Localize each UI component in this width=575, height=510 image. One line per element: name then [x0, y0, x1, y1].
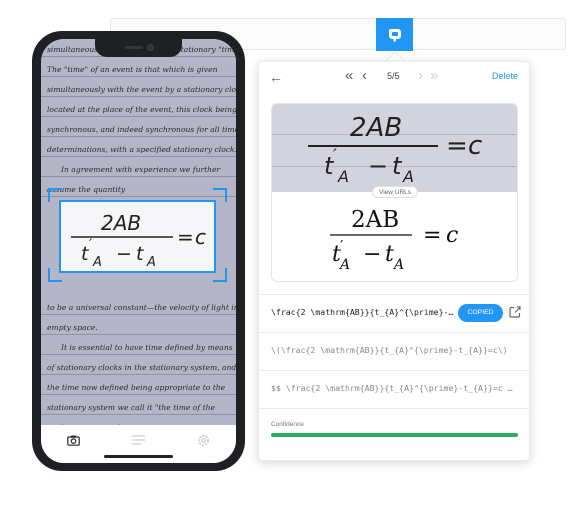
document-line: synchronous, and indeed synchronous for … [41, 117, 236, 137]
phone-mockup: simultaneous with the event by a station… [32, 31, 245, 471]
confidence-label: Confidence [271, 421, 304, 428]
document-line: simultaneously with the event by a stati… [41, 77, 236, 97]
equation-equals: = [177, 225, 194, 249]
render-minus: − [363, 242, 381, 267]
document-line-text: of stationary clocks in the stationary s… [47, 363, 236, 372]
document-line: determinations, with a specified station… [41, 137, 236, 157]
delete-button[interactable]: Delete [492, 71, 518, 81]
settings-tab[interactable] [194, 430, 214, 450]
crop-rhs: c [468, 131, 482, 161]
next-page-button[interactable]: › [418, 67, 423, 84]
document-line: It is essential to have time defined by … [41, 335, 236, 355]
crop-minus: − [368, 152, 388, 180]
document-line-text: In agreement with experience we further [61, 165, 221, 174]
render-equals: = [423, 223, 441, 248]
first-page-button[interactable]: « [345, 67, 353, 84]
camera-icon [67, 435, 80, 446]
render-den-sub2: A [392, 257, 404, 273]
equation-den-sub1: A [92, 255, 102, 270]
crop-numerator: 2AB [350, 113, 402, 143]
document-line-text: simultaneously with the event by a stati… [47, 85, 236, 94]
document-line: assume the quantity [41, 177, 236, 197]
list-tab[interactable] [129, 430, 149, 450]
result-row-inline[interactable]: \(\frac{2 \mathrm{AB}}{t_{A}^{\prime}-t_… [259, 332, 529, 370]
render-den-t2: t [385, 242, 394, 267]
scan-selection[interactable]: 2AB t ′ A − t A = c [59, 200, 216, 273]
crop-den-prime: ′ [333, 146, 337, 166]
document-line: empty space. [41, 315, 236, 335]
crop-den-sub1: A [337, 167, 349, 186]
rendered-equation: 2AB t ′ A − t A = c [330, 207, 458, 273]
document-line: located at the place of the event, this … [41, 97, 236, 117]
divider [259, 408, 529, 409]
render-den-sub1: A [338, 257, 350, 273]
last-page-button[interactable]: » [430, 67, 438, 84]
cropped-handwriting: 2AB t ′ A − t A = c [308, 113, 482, 186]
document-line-text: to be a universal constant—the velocity … [47, 303, 236, 312]
result-text: \(\frac{2 \mathrm{AB}}{t_{A}^{\prime}-t_… [271, 345, 508, 355]
gear-icon [198, 434, 209, 446]
render-den-prime: ′ [340, 237, 344, 255]
prev-page-button[interactable]: ‹ [362, 67, 367, 84]
camera-tab[interactable] [64, 430, 84, 450]
list-icon [132, 435, 145, 445]
document-line: to be a universal constant—the velocity … [41, 295, 236, 315]
document-line: The "time" of an event is that which is … [41, 57, 236, 77]
result-text: $$ \frac{2 \mathrm{AB}}{t_{A}^{\prime}-t… [271, 383, 517, 393]
copy-button[interactable]: COPIED [458, 304, 503, 322]
document-line-text: stationary system we call it "the time o… [47, 403, 216, 412]
equation-den-t2: t [136, 243, 145, 265]
phone-screen: simultaneous with the event by a station… [41, 39, 236, 463]
document-line: of stationary clocks in the stationary s… [41, 355, 236, 375]
confidence-bar [271, 433, 518, 437]
document-line-text: located at the place of the event, this … [47, 105, 236, 114]
app-extension-button[interactable] [376, 18, 413, 51]
cropped-image: 2AB t ′ A − t A = c [272, 104, 517, 192]
panel-header: ← « ‹ 5/5 › » Delete [259, 62, 529, 90]
result-row-latex[interactable]: \frac{2 \mathrm{AB}}{t_{A}^{\prime}-t_{A… [259, 294, 529, 332]
mathpix-logo-icon [388, 28, 401, 41]
crop-den-sub2: A [402, 167, 414, 186]
render-numerator: 2AB [351, 207, 399, 233]
preview-card: 2AB t ′ A − t A = c View URLs 2AB t ′ A … [271, 103, 518, 282]
equation-rhs: c [195, 225, 206, 249]
document-line-text: synchronous, and indeed synchronous for … [47, 125, 236, 134]
page-indicator: 5/5 [387, 71, 400, 81]
external-edit-icon[interactable] [509, 306, 521, 318]
document-line-text: determinations, with a specified station… [47, 145, 236, 154]
document-line-text: It is essential to have time defined by … [61, 343, 233, 352]
back-button[interactable]: ← [269, 69, 283, 85]
document-line: In agreement with experience we further [41, 157, 236, 177]
result-row-display[interactable]: $$ \frac{2 \mathrm{AB}}{t_{A}^{\prime}-t… [259, 370, 529, 408]
handwritten-equation: 2AB t ′ A − t A = c [71, 211, 206, 270]
render-rhs: c [446, 223, 458, 248]
document-line-text: the time now defined being appropriate t… [47, 383, 226, 392]
document-line-text: empty space. [47, 323, 98, 332]
document-line: stationary system we call it "the time o… [41, 395, 236, 415]
crop-equals: = [446, 131, 468, 161]
result-text: \frac{2 \mathrm{AB}}{t_{A}^{\prime}-t_{A… [271, 307, 457, 317]
equation-numerator: 2AB [101, 211, 141, 235]
result-panel: ← « ‹ 5/5 › » Delete 2AB t ′ A − t A = c… [258, 61, 530, 461]
home-indicator [104, 455, 173, 458]
equation-den-sub2: A [146, 255, 156, 270]
crop-den-t2: t [392, 152, 403, 180]
confidence-bar-fill [271, 433, 518, 437]
equation-minus: − [116, 243, 132, 265]
document-line: the time now defined being appropriate t… [41, 375, 236, 395]
equation-den-prime: ′ [89, 237, 93, 253]
phone-notch [95, 39, 182, 57]
document-line-text: The "time" of an event is that which is … [47, 65, 218, 74]
